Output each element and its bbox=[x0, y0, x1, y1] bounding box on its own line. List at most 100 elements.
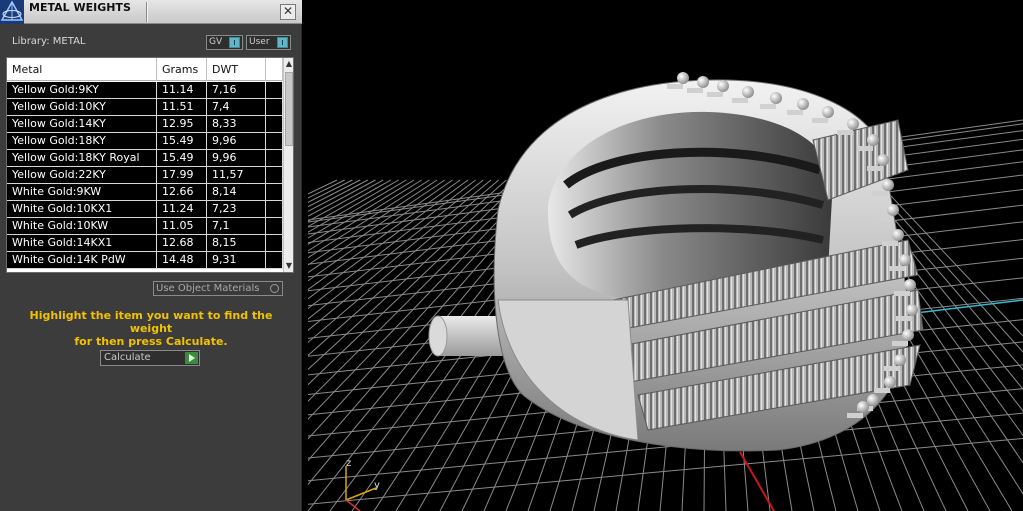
table-row[interactable]: Yellow Gold:9KY 11.14 7,16 bbox=[7, 82, 283, 99]
prong bbox=[896, 316, 912, 321]
setting-bead bbox=[899, 254, 911, 266]
setting-bead bbox=[892, 229, 904, 241]
dwt-cell: 7,4 bbox=[207, 99, 266, 116]
setting-bead bbox=[770, 92, 782, 104]
x-axis-line bbox=[739, 451, 775, 511]
title-divider bbox=[146, 2, 148, 22]
close-button[interactable]: ✕ bbox=[280, 4, 296, 20]
table-row[interactable]: Yellow Gold:18KY 15.49 9,96 bbox=[7, 133, 283, 150]
table-row[interactable]: White Gold:9KW 12.66 8,14 bbox=[7, 184, 283, 201]
gv-toggle[interactable]: GV bbox=[206, 35, 243, 50]
grams-cell: 11.51 bbox=[157, 99, 207, 116]
column-header-dwt[interactable]: DWT bbox=[207, 58, 266, 81]
prong bbox=[872, 191, 888, 196]
table-row[interactable]: White Gold:14KX1 12.68 8,15 bbox=[7, 235, 283, 252]
spacer-cell bbox=[266, 116, 283, 133]
grams-cell: 15.49 bbox=[157, 150, 207, 167]
grams-cell: 14.48 bbox=[157, 252, 207, 269]
spacer-cell bbox=[266, 99, 283, 116]
chevron-up-icon[interactable]: ▲ bbox=[284, 58, 293, 70]
setting-bead bbox=[894, 354, 906, 366]
prong bbox=[882, 241, 898, 246]
grams-cell: 12.68 bbox=[157, 235, 207, 252]
prong bbox=[877, 216, 893, 221]
toggle-switch-icon bbox=[229, 37, 240, 48]
table-row[interactable]: Yellow Gold:18KY Royal 15.49 9,96 bbox=[7, 150, 283, 167]
panel-titlebar: METAL WEIGHTS ✕ bbox=[0, 0, 302, 24]
scroll-thumb[interactable] bbox=[285, 72, 293, 146]
table-row[interactable]: White Gold:14K PdW 14.48 9,31 bbox=[7, 252, 283, 269]
prong bbox=[874, 388, 890, 393]
spacer-cell bbox=[266, 235, 283, 252]
grams-cell: 12.66 bbox=[157, 184, 207, 201]
calculate-button[interactable]: Calculate bbox=[100, 350, 200, 366]
table-scrollbar[interactable]: ▲ ▼ bbox=[283, 58, 293, 272]
setting-bead bbox=[884, 376, 896, 388]
grams-cell: 12.95 bbox=[157, 116, 207, 133]
column-header-spacer bbox=[266, 58, 283, 81]
chevron-down-icon[interactable]: ▼ bbox=[284, 260, 293, 272]
spacer-cell bbox=[266, 184, 283, 201]
table-header: Metal Grams DWT bbox=[7, 58, 283, 81]
grams-cell: 11.05 bbox=[157, 218, 207, 235]
dwt-cell: 9,31 bbox=[207, 252, 266, 269]
user-toggle[interactable]: User bbox=[246, 35, 291, 50]
grams-cell: 11.24 bbox=[157, 201, 207, 218]
setting-bead bbox=[882, 179, 894, 191]
dwt-cell: 8,33 bbox=[207, 116, 266, 133]
toggle-switch-icon bbox=[277, 37, 288, 48]
metal-cell: White Gold:14KX1 bbox=[7, 235, 157, 252]
spacer-cell bbox=[266, 218, 283, 235]
table-row[interactable]: Yellow Gold:14KY 12.95 8,33 bbox=[7, 116, 283, 133]
table-row[interactable]: Yellow Gold:10KY 11.51 7,4 bbox=[7, 99, 283, 116]
gizmo-z-label: z bbox=[346, 458, 351, 469]
metal-cell: Yellow Gold:18KY bbox=[7, 133, 157, 150]
spacer-cell bbox=[266, 150, 283, 167]
metal-cell: White Gold:10KX1 bbox=[7, 201, 157, 218]
prong bbox=[707, 92, 723, 97]
use-object-materials-option[interactable]: Use Object Materials bbox=[153, 281, 283, 296]
dwt-cell: 8,15 bbox=[207, 235, 266, 252]
panel-title: METAL WEIGHTS bbox=[29, 1, 131, 14]
metal-cell: White Gold:10KW bbox=[7, 218, 157, 235]
instruction-line-2: for then press Calculate. bbox=[74, 335, 228, 348]
gv-toggle-label: GV bbox=[209, 37, 223, 47]
prong bbox=[787, 110, 803, 115]
metal-cell: Yellow Gold:10KY bbox=[7, 99, 157, 116]
prong bbox=[732, 98, 748, 103]
radio-button-icon[interactable] bbox=[270, 284, 279, 293]
prong bbox=[687, 88, 703, 93]
metal-cell: White Gold:9KW bbox=[7, 184, 157, 201]
table-row[interactable]: Yellow Gold:22KY 17.99 11,57 bbox=[7, 167, 283, 184]
setting-bead bbox=[887, 204, 899, 216]
dwt-cell: 7,16 bbox=[207, 82, 266, 99]
prong bbox=[892, 341, 908, 346]
setting-bead bbox=[867, 394, 879, 406]
setting-bead bbox=[717, 80, 729, 92]
setting-bead bbox=[697, 76, 709, 88]
metal-cell: White Gold:14K PdW bbox=[7, 252, 157, 269]
table-row[interactable]: White Gold:10KW 11.05 7,1 bbox=[7, 218, 283, 235]
close-icon: ✕ bbox=[282, 4, 294, 18]
setting-bead bbox=[847, 118, 859, 130]
grams-cell: 17.99 bbox=[157, 167, 207, 184]
use-object-materials-label: Use Object Materials bbox=[156, 283, 260, 294]
spacer-cell bbox=[266, 167, 283, 184]
spacer-cell bbox=[266, 252, 283, 269]
table-row[interactable]: White Gold:10KX1 11.24 7,23 bbox=[7, 201, 283, 218]
metal-weights-panel: METAL WEIGHTS ✕ Library: METAL GV User M… bbox=[0, 0, 302, 511]
column-header-metal[interactable]: Metal bbox=[7, 58, 157, 81]
dwt-cell: 7,1 bbox=[207, 218, 266, 235]
play-icon[interactable] bbox=[185, 352, 198, 364]
3d-viewport[interactable]: z y bbox=[308, 0, 1023, 511]
dwt-cell: 7,23 bbox=[207, 201, 266, 218]
setting-bead bbox=[857, 401, 869, 413]
metal-cell: Yellow Gold:18KY Royal bbox=[7, 150, 157, 167]
column-header-grams[interactable]: Grams bbox=[157, 58, 207, 81]
metal-cell: Yellow Gold:14KY bbox=[7, 116, 157, 133]
metal-table: Metal Grams DWT Yellow Gold:9KY 11.14 7,16… bbox=[6, 57, 294, 273]
dwt-cell: 11,57 bbox=[207, 167, 266, 184]
grams-cell: 15.49 bbox=[157, 133, 207, 150]
prong bbox=[894, 291, 910, 296]
metal-cell: Yellow Gold:22KY bbox=[7, 167, 157, 184]
